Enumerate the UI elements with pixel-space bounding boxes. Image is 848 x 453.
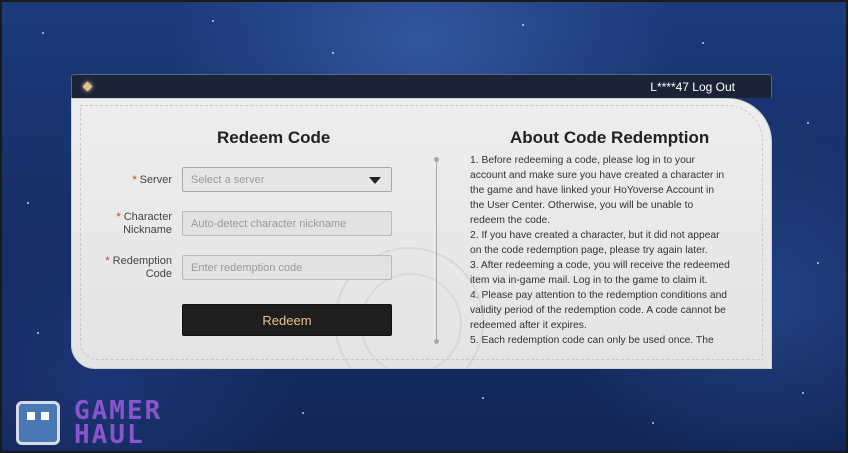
nickname-placeholder: Auto-detect character nickname (191, 218, 347, 230)
star (42, 32, 44, 34)
info-item: 3. After redeeming a code, you will rece… (470, 260, 730, 286)
star (332, 52, 334, 54)
star (652, 422, 654, 424)
logo-line-2: HAUL (74, 420, 145, 450)
star (37, 332, 39, 334)
star (702, 42, 704, 44)
caret-down-icon (369, 177, 381, 184)
about-text-scroll[interactable]: 1. Before redeeming a code, please log i… (470, 153, 730, 349)
divider-dot (434, 339, 439, 344)
redemption-window: L****47 Log Out Redeem Code * Server Sele… (71, 74, 772, 369)
character-nickname-field[interactable]: Auto-detect character nickname (182, 211, 392, 236)
gamerhaul-logo: GAMER HAUL (16, 397, 206, 449)
background: L****47 Log Out Redeem Code * Server Sele… (0, 0, 848, 453)
redemption-panel: Redeem Code * Server Select a server * Cha… (71, 98, 772, 369)
star (807, 122, 809, 124)
about-title: About Code Redemption (510, 128, 710, 147)
redemption-code-label: * Redemption Code (105, 255, 172, 280)
about-section: About Code Redemption 1. Before redeemin… (470, 99, 730, 368)
redemption-code-input[interactable]: Enter redemption code (182, 255, 392, 280)
column-divider (436, 161, 437, 339)
user-logout-link[interactable]: L****47 Log Out (650, 80, 735, 94)
info-item: 4. Please pay attention to the redemptio… (470, 290, 728, 331)
server-select[interactable]: Select a server (182, 167, 392, 192)
title-bar: L****47 Log Out (71, 74, 772, 98)
star (482, 397, 484, 399)
server-placeholder: Select a server (191, 174, 265, 186)
info-item: 2. If you have created a character, but … (470, 230, 720, 256)
star (27, 202, 29, 204)
redeem-title: Redeem Code (217, 128, 331, 147)
redeem-form: Redeem Code * Server Select a server * Cha… (72, 99, 432, 368)
star (302, 412, 304, 414)
server-label: * Server (132, 174, 172, 186)
cat-mascot-icon (16, 401, 60, 445)
redeem-button[interactable]: Redeem (182, 304, 392, 336)
star (212, 20, 214, 22)
star (817, 262, 819, 264)
star (522, 24, 524, 26)
code-placeholder: Enter redemption code (191, 262, 303, 274)
info-item: 5. Each redemption code can only be used… (470, 335, 714, 346)
info-item: 1. Before redeeming a code, please log i… (470, 155, 725, 226)
gem-icon (82, 81, 93, 92)
star (802, 392, 804, 394)
character-nickname-label: * Character Nickname (116, 211, 172, 236)
